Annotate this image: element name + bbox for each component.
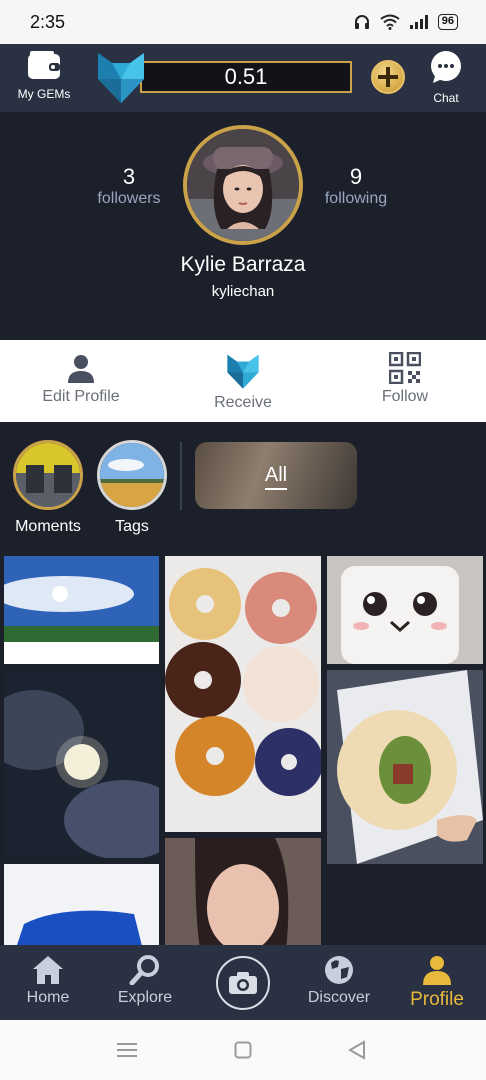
nav-discover[interactable]: Discover [291,955,387,1007]
chat-label: Chat [433,91,459,105]
tags-thumbnail [97,440,167,510]
chat-button[interactable]: Chat [424,50,468,105]
add-gems-button[interactable] [371,60,405,94]
photo-taco-wrap[interactable] [327,670,483,864]
battery-indicator: 96 [437,14,458,30]
my-gems-label: My GEMs [17,87,71,101]
photo-cute-mug[interactable] [327,556,483,664]
profile-username: kyliechan [211,283,275,300]
bottom-nav: Home Explore Discover Profile [0,945,486,1020]
gem-balance: 0.51 [140,61,352,93]
wifi-icon [380,14,400,30]
profile-name: Kylie Barraza [180,253,306,276]
photo-moon-clouds[interactable] [4,670,159,858]
gem-receive-icon [227,354,259,389]
following-label: following [324,190,388,207]
wallet-icon [28,51,60,79]
following-count: 9 [349,164,363,189]
moments-thumbnail [13,440,83,510]
profile-actions: Edit Profile Receive Follow [0,340,486,422]
chat-bubble-icon [431,51,461,83]
top-bar: My GEMs 0.51 Chat [0,44,486,112]
followers-count: 3 [122,164,136,189]
home-icon [33,956,63,984]
collections-row: Moments Tags All [0,422,486,552]
avatar[interactable] [183,125,303,245]
all-label: All [264,464,288,490]
photo-blue-paint[interactable] [4,864,159,945]
tags-collection[interactable]: Tags [96,440,168,536]
nav-discover-label: Discover [307,989,371,1006]
receive-button[interactable]: Receive [183,352,303,412]
system-nav-bar [0,1020,486,1080]
follow-button[interactable]: Follow [345,352,465,406]
nav-profile[interactable]: Profile [389,955,485,1011]
all-posts-chip[interactable]: All [195,442,357,509]
tags-label: Tags [115,518,149,535]
moments-label: Moments [15,518,81,535]
followers-stat[interactable]: 3 followers [74,164,184,208]
photo-sky-field[interactable] [4,556,159,664]
receive-label: Receive [214,394,272,411]
home-square-icon[interactable] [234,1041,252,1059]
back-triangle-icon[interactable] [348,1040,366,1060]
nav-home[interactable]: Home [0,955,96,1007]
globe-icon [325,956,353,984]
collections-divider [180,442,182,510]
edit-profile-label: Edit Profile [42,388,120,405]
my-gems-button[interactable]: My GEMs [14,50,74,101]
status-time: 2:35 [30,12,66,32]
status-bar: 2:35 96 [0,0,486,44]
profile-person-icon [423,956,451,985]
nav-explore[interactable]: Explore [97,955,193,1007]
status-icons: 96 [354,14,458,30]
nav-home-label: Home [26,989,70,1006]
follow-label: Follow [381,388,429,405]
menu-icon[interactable] [117,1042,137,1058]
photo-portrait[interactable] [165,838,321,945]
nav-profile-label: Profile [410,989,464,1010]
photo-grid [0,552,486,945]
photo-donuts[interactable] [165,556,321,832]
followers-label: followers [97,190,161,207]
moments-collection[interactable]: Moments [12,440,84,536]
camera-icon [229,972,257,994]
following-stat[interactable]: 9 following [301,164,411,208]
profile-header: 3 followers 9 following Kylie Barraza ky… [0,112,486,340]
avatar-photo [187,129,299,241]
person-icon [68,355,94,383]
edit-profile-button[interactable]: Edit Profile [21,352,141,406]
gem-logo-icon [98,53,144,103]
search-icon [129,955,159,985]
camera-button[interactable] [216,956,270,1010]
headset-icon [354,15,369,29]
signal-icon [409,15,428,29]
nav-explore-label: Explore [117,989,173,1006]
qr-code-icon [389,352,421,384]
plus-icon [378,67,398,87]
